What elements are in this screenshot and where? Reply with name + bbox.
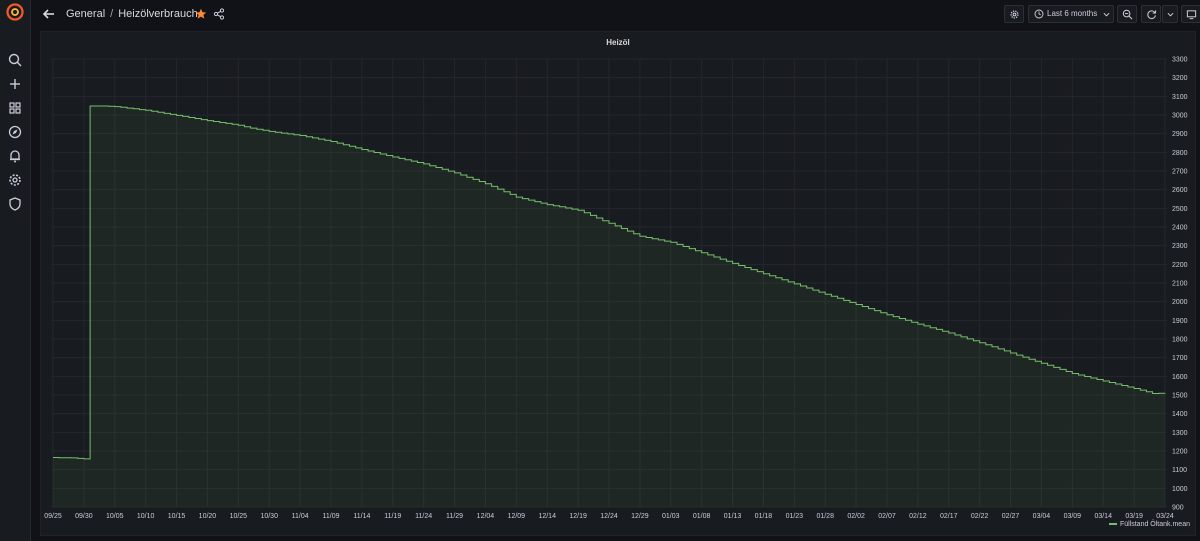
x-tick-label: 12/04 [477, 513, 495, 520]
x-tick-label: 11/09 [323, 513, 340, 520]
y-tick-label: 1400 [1172, 411, 1188, 418]
x-tick-label: 01/03 [662, 513, 680, 520]
y-tick-label: 2100 [1172, 281, 1188, 288]
y-tick-label: 2300 [1172, 243, 1188, 250]
plus-icon[interactable] [7, 76, 23, 92]
x-tick-label: 01/08 [693, 513, 711, 520]
breadcrumb-separator: / [110, 8, 114, 20]
x-tick-label: 12/29 [631, 513, 649, 520]
gear-icon[interactable] [7, 172, 23, 188]
x-tick-label: 11/14 [353, 513, 370, 520]
dashboard-title[interactable]: Heizölverbrauch [118, 8, 197, 20]
x-tick-label: 03/24 [1156, 513, 1174, 520]
x-tick-label: 10/15 [168, 513, 186, 520]
x-tick-label: 11/24 [415, 513, 432, 520]
x-tick-label: 09/30 [75, 513, 93, 520]
x-tick-label: 01/13 [724, 513, 742, 520]
x-tick-label: 02/12 [909, 513, 927, 520]
y-tick-label: 2400 [1172, 225, 1188, 232]
x-tick-label: 12/19 [569, 513, 587, 520]
x-tick-label: 12/24 [600, 513, 618, 520]
y-tick-label: 1500 [1172, 393, 1188, 400]
x-tick-label: 01/18 [755, 513, 773, 520]
gear-icon [1010, 10, 1019, 19]
y-tick-label: 1800 [1172, 337, 1188, 344]
grafana-logo-icon[interactable] [6, 3, 24, 21]
x-tick-label: 03/09 [1064, 513, 1082, 520]
y-tick-label: 2700 [1172, 169, 1188, 176]
top-navbar: General / Heizölverbrauch Last 6 months [31, 0, 1200, 30]
tv-mode-button[interactable] [1181, 5, 1200, 23]
explore-icon[interactable] [7, 124, 23, 140]
x-tick-label: 10/05 [106, 513, 124, 520]
time-range-label: Last 6 months [1047, 9, 1098, 18]
back-arrow-icon[interactable] [42, 7, 56, 21]
refresh-icon [1147, 10, 1157, 20]
x-tick-label: 01/28 [816, 513, 834, 520]
y-tick-label: 1700 [1172, 355, 1188, 362]
legend-swatch [1108, 523, 1117, 526]
graph-panel: Heizöl 900 1000 1100 1200 1300 1400 1500 1600 17… [40, 31, 1196, 536]
refresh-interval-dropdown[interactable] [1162, 5, 1178, 23]
graph-plot[interactable]: 900 1000 1100 1200 1300 1400 1500 1600 1700 1800 1… [41, 32, 1197, 537]
x-tick-label: 12/14 [538, 513, 556, 520]
y-tick-label: 1100 [1172, 467, 1187, 474]
y-tick-label: 1300 [1172, 430, 1188, 437]
x-tick-label: 10/10 [137, 513, 155, 520]
x-tick-label: 02/27 [1002, 513, 1020, 520]
y-tick-label: 3100 [1172, 94, 1188, 101]
dashboard-settings-button[interactable] [1004, 5, 1024, 23]
chevron-down-icon [1167, 12, 1174, 17]
y-tick-label: 3200 [1172, 75, 1188, 82]
y-tick-label: 2900 [1172, 131, 1188, 138]
chevron-down-icon [1103, 12, 1110, 17]
dashboards-icon[interactable] [7, 100, 23, 116]
search-icon[interactable] [7, 52, 23, 68]
time-range-picker[interactable]: Last 6 months [1028, 5, 1114, 23]
breadcrumb: General / Heizölverbrauch [66, 8, 198, 20]
x-tick-label: 10/30 [260, 513, 278, 520]
x-tick-label: 02/17 [940, 513, 958, 520]
legend-series-name[interactable]: Füllstand Öltank.mean [1120, 521, 1190, 528]
x-tick-label: 02/02 [847, 513, 865, 520]
y-tick-label: 2800 [1172, 150, 1188, 157]
star-icon[interactable] [195, 8, 207, 20]
monitor-icon [1186, 10, 1197, 20]
y-tick-label: 2600 [1172, 187, 1188, 194]
y-tick-label: 1600 [1172, 374, 1188, 381]
sidebar [0, 0, 31, 541]
y-tick-label: 3300 [1172, 57, 1188, 64]
x-tick-label: 09/25 [44, 513, 62, 520]
x-tick-label: 02/22 [971, 513, 989, 520]
y-tick-label: 1900 [1172, 318, 1188, 325]
y-tick-label: 2500 [1172, 206, 1188, 213]
zoom-out-icon [1122, 9, 1133, 20]
x-tick-label: 01/23 [786, 513, 804, 520]
y-tick-label: 900 [1172, 505, 1184, 512]
x-tick-label: 03/14 [1094, 513, 1112, 520]
x-tick-label: 11/29 [446, 513, 463, 520]
x-tick-label: 03/04 [1033, 513, 1051, 520]
x-tick-label: 10/25 [230, 513, 248, 520]
shield-icon[interactable] [7, 196, 23, 212]
x-tick-label: 02/07 [878, 513, 896, 520]
y-tick-label: 1200 [1172, 449, 1188, 456]
y-tick-label: 2000 [1172, 299, 1188, 306]
x-tick-label: 11/19 [384, 513, 401, 520]
breadcrumb-folder[interactable]: General [66, 8, 105, 20]
x-tick-label: 03/19 [1125, 513, 1143, 520]
zoom-out-button[interactable] [1117, 5, 1137, 23]
clock-icon [1034, 9, 1044, 19]
x-tick-label: 12/09 [508, 513, 526, 520]
share-icon[interactable] [213, 8, 225, 20]
y-tick-label: 1000 [1172, 486, 1188, 493]
x-tick-label: 10/20 [199, 513, 217, 520]
y-tick-label: 2200 [1172, 262, 1188, 269]
legend: Füllstand Öltank.mean [1108, 521, 1190, 528]
alerting-icon[interactable] [7, 148, 23, 164]
refresh-button[interactable] [1141, 5, 1161, 23]
x-tick-label: 11/04 [292, 513, 309, 520]
y-tick-label: 3000 [1172, 113, 1188, 120]
